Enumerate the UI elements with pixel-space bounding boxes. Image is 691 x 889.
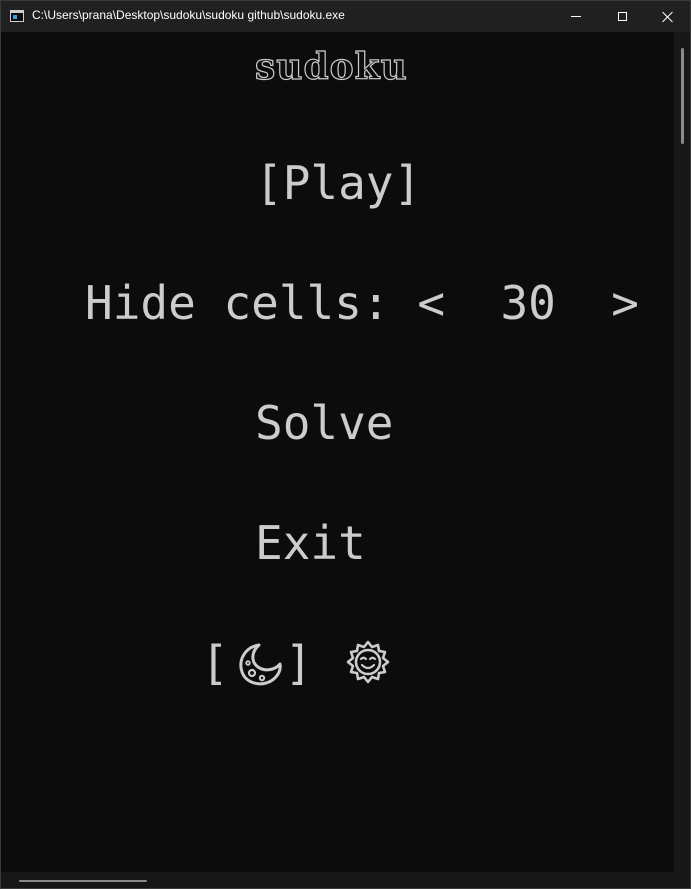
sun-face-icon[interactable] bbox=[340, 636, 396, 690]
exit-option[interactable]: Exit bbox=[255, 516, 366, 570]
minimize-button[interactable] bbox=[553, 1, 599, 32]
theme-bracket-close: ] bbox=[284, 636, 313, 690]
hide-cells-increase[interactable]: > bbox=[611, 276, 639, 330]
horizontal-scroll-thumb[interactable] bbox=[19, 880, 147, 882]
vertical-scrollbar[interactable] bbox=[674, 32, 690, 872]
window-title: C:\Users\prana\Desktop\sudoku\sudoku git… bbox=[32, 8, 345, 22]
maximize-icon bbox=[617, 12, 627, 21]
console-app-icon bbox=[10, 10, 24, 22]
hide-cells-decrease[interactable]: < bbox=[417, 276, 445, 330]
hide-cells-value: 30 bbox=[500, 276, 556, 330]
hide-cells-label: Hide cells: bbox=[85, 276, 390, 330]
horizontal-scrollbar[interactable] bbox=[1, 872, 674, 888]
play-option[interactable]: [Play] bbox=[255, 156, 421, 210]
solve-option[interactable]: Solve bbox=[255, 396, 393, 450]
console-window: C:\Users\prana\Desktop\sudoku\sudoku git… bbox=[0, 0, 691, 889]
theme-option[interactable]: [ ] bbox=[201, 636, 396, 690]
sudoku-logo: sudoku bbox=[254, 46, 408, 88]
minimize-icon bbox=[571, 16, 581, 17]
maximize-button[interactable] bbox=[599, 1, 645, 32]
hide-cells-option[interactable]: Hide cells: < 30 > bbox=[85, 276, 639, 330]
close-icon bbox=[662, 11, 674, 23]
console-area[interactable]: sudoku [Play] Hide cells: < 30 > Solve E… bbox=[1, 32, 674, 872]
close-button[interactable] bbox=[645, 1, 690, 32]
theme-bracket-open: [ bbox=[201, 636, 229, 690]
crescent-moon-icon[interactable] bbox=[229, 636, 285, 690]
vertical-scroll-thumb[interactable] bbox=[681, 48, 684, 144]
title-bar[interactable]: C:\Users\prana\Desktop\sudoku\sudoku git… bbox=[1, 1, 690, 32]
scrollbar-corner bbox=[674, 872, 690, 888]
